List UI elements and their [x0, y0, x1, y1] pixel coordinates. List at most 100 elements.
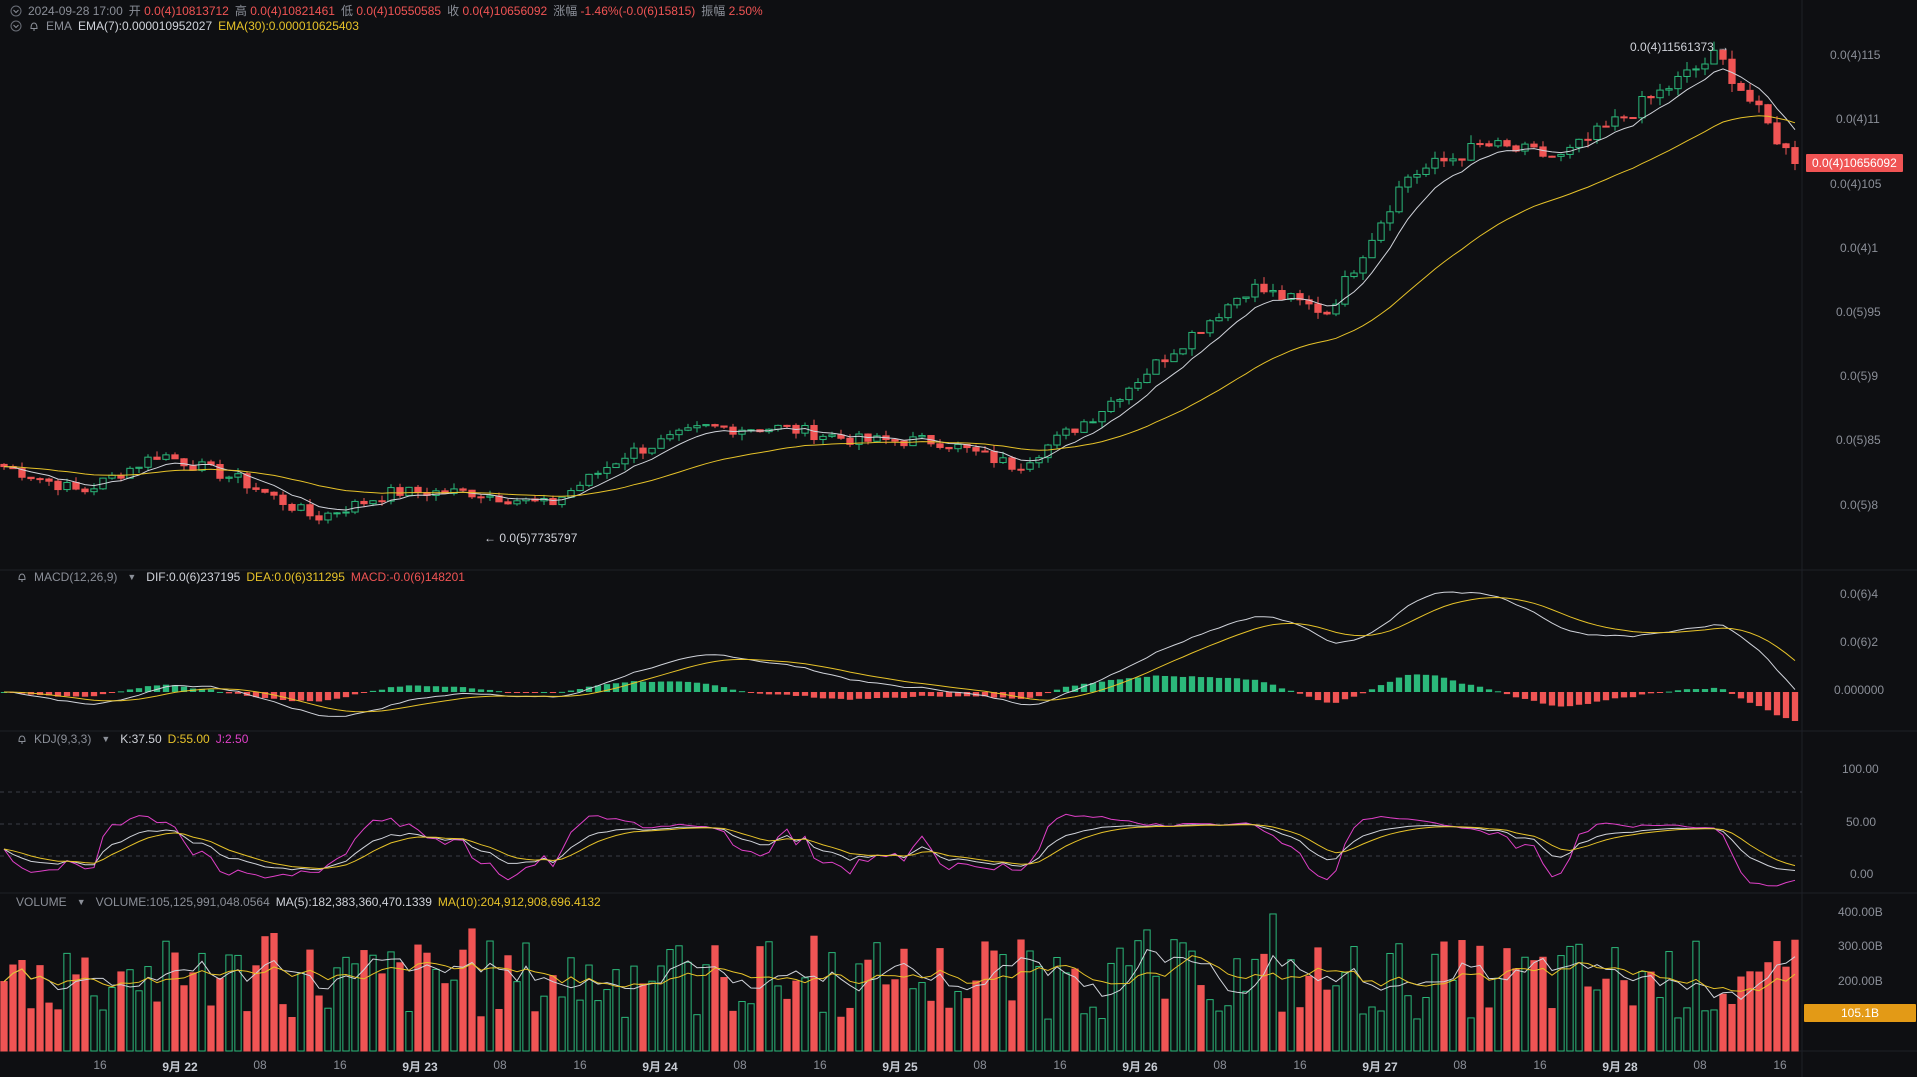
- candle-body: [918, 435, 926, 438]
- macd-indicator-name[interactable]: MACD(12,26,9): [34, 570, 117, 584]
- macd-bar: [1719, 689, 1727, 692]
- candle-body: [180, 458, 188, 467]
- bell-icon[interactable]: [28, 20, 40, 32]
- macd-bar: [1620, 692, 1628, 698]
- candle-body: [342, 511, 350, 514]
- volume-bar: [126, 969, 134, 1052]
- macd-bar: [1512, 692, 1520, 698]
- volume-bar: [1314, 947, 1322, 1052]
- time-axis-label: 08: [1693, 1058, 1707, 1072]
- volume-bar: [180, 985, 188, 1052]
- time-axis-label: 08: [1453, 1058, 1467, 1072]
- volume-bar: [1125, 965, 1133, 1052]
- candle-body: [1395, 186, 1403, 213]
- macd-bar: [918, 692, 926, 696]
- time-axis-label: 08: [1213, 1058, 1227, 1072]
- macd-bar: [1278, 688, 1286, 692]
- volume-bar: [1035, 965, 1043, 1052]
- volume-bar: [216, 977, 224, 1052]
- candle-body: [1791, 147, 1799, 165]
- macd-bar: [1485, 689, 1493, 692]
- candle-body: [684, 427, 692, 431]
- macd-bar: [675, 681, 683, 692]
- chart-canvas[interactable]: [0, 0, 1917, 1077]
- candle-body: [1008, 457, 1016, 470]
- price-axis-tick: 0.0(4)1: [1840, 241, 1879, 255]
- volume-bar: [1683, 1007, 1691, 1052]
- macd-bar: [1629, 692, 1637, 698]
- macd-bar: [792, 692, 800, 696]
- candle-body: [1602, 125, 1610, 128]
- kdj-indicator-name[interactable]: KDJ(9,3,3): [34, 732, 91, 746]
- volume-indicator-name[interactable]: VOLUME: [16, 895, 67, 909]
- macd-bar: [1566, 692, 1574, 707]
- candle-body: [162, 454, 170, 460]
- macd-bar: [1665, 691, 1673, 693]
- macd-bar: [891, 692, 899, 698]
- macd-bar: [1044, 692, 1052, 694]
- candle-body: [936, 443, 944, 448]
- collapse-chevron-icon[interactable]: [10, 5, 22, 17]
- macd-bar: [738, 691, 746, 693]
- candle-body: [369, 500, 377, 505]
- kdj-bell-icon[interactable]: [16, 733, 28, 745]
- volume-bar: [819, 1011, 827, 1052]
- macd-bar: [1341, 692, 1349, 700]
- volume-bar: [1728, 1003, 1736, 1052]
- time-axis-label: 08: [973, 1058, 987, 1072]
- candle-body: [1422, 167, 1430, 175]
- candle-body: [216, 464, 224, 479]
- candle-body: [1116, 399, 1124, 402]
- candle-body: [1377, 222, 1385, 241]
- volume-bar: [1476, 945, 1484, 1052]
- candle-body: [549, 498, 557, 506]
- kdj-dropdown-icon[interactable]: ▼: [101, 734, 110, 744]
- macd-bar: [450, 686, 458, 692]
- macd-bar: [1737, 692, 1745, 699]
- high-value: 0.0(4)10821461: [250, 4, 335, 18]
- candle-body: [306, 504, 314, 517]
- candle-body: [45, 478, 53, 482]
- macd-bar: [1215, 677, 1223, 692]
- macd-bar: [1494, 691, 1502, 693]
- macd-bar: [477, 689, 485, 692]
- candle-body: [288, 503, 296, 511]
- volume-bar: [1530, 960, 1538, 1052]
- candle-body: [1476, 143, 1484, 146]
- macd-bell-icon[interactable]: [16, 571, 28, 583]
- volume-dropdown-icon[interactable]: ▼: [77, 897, 86, 907]
- volume-bar: [837, 1016, 845, 1052]
- close-value: 0.0(4)10656092: [462, 4, 548, 18]
- ema-collapse-icon[interactable]: [10, 20, 22, 32]
- time-axis-label: 16: [1293, 1058, 1307, 1072]
- volume-bar: [63, 952, 71, 1052]
- candle-body: [270, 491, 278, 496]
- candle-body: [729, 426, 737, 435]
- macd-bar: [1521, 692, 1529, 699]
- macd-dropdown-icon[interactable]: ▼: [127, 572, 136, 582]
- candle-body: [1170, 353, 1178, 363]
- macd-bar: [1332, 692, 1340, 703]
- volume-current-tag: 105.1B: [1804, 1004, 1916, 1022]
- volume-bar: [45, 1002, 53, 1052]
- candle-body: [1575, 138, 1583, 148]
- candle-body: [63, 481, 71, 491]
- price-axis-tick: 0.0(5)9: [1840, 369, 1879, 383]
- volume-bar: [1062, 972, 1070, 1052]
- volume-bar: [297, 972, 305, 1052]
- volume-bar: [549, 975, 557, 1052]
- macd-bar: [1503, 692, 1511, 695]
- volume-bar: [387, 951, 395, 1052]
- volume-ma5-value: MA(5):182,383,360,470.1339: [275, 895, 432, 909]
- macd-bar: [1062, 686, 1070, 692]
- candle-body: [828, 434, 836, 437]
- macd-bar: [225, 692, 233, 694]
- macd-bar: [1305, 692, 1313, 697]
- macd-bar: [1377, 685, 1385, 692]
- candle-body: [144, 456, 152, 468]
- low-value: 0.0(4)10550585: [356, 4, 442, 18]
- volume-bar: [1701, 1010, 1709, 1052]
- ema-indicator-name[interactable]: EMA: [46, 19, 72, 33]
- volume-bar: [342, 956, 350, 1052]
- volume-bar: [1305, 975, 1313, 1052]
